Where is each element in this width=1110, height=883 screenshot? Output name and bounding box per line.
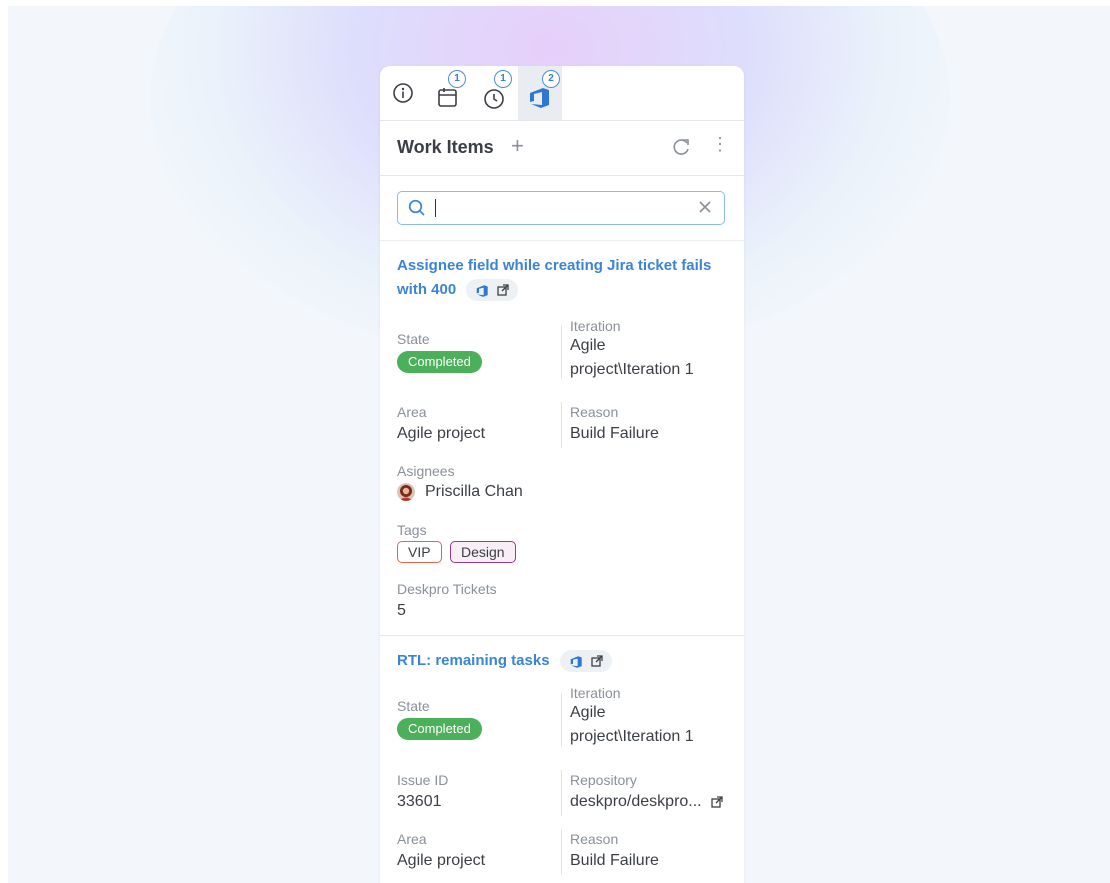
status-badge: Completed	[397, 351, 482, 373]
area-value: Agile project	[397, 425, 486, 442]
iteration-label: Iteration	[570, 318, 621, 334]
work-item-title[interactable]: Assignee field while creating Jira ticke…	[397, 254, 711, 302]
app-panel: 1 1 2 Work Items + ⋮ Assignee field whil…	[380, 66, 744, 883]
divider	[561, 770, 562, 816]
page-title: Work Items	[397, 137, 494, 157]
tab-calendar[interactable]: 1	[428, 66, 470, 120]
tab-clock[interactable]: 1	[474, 66, 516, 120]
iteration-value-line1: Agile	[570, 704, 606, 721]
info-icon	[393, 83, 413, 103]
refresh-icon	[673, 139, 689, 155]
assignees-label: Asignees	[397, 463, 455, 479]
divider	[561, 829, 562, 875]
state-label: State	[397, 698, 430, 714]
azure-devops-icon[interactable]	[569, 654, 584, 669]
reason-label: Reason	[570, 831, 619, 847]
iteration-value-line1: Agile	[570, 337, 606, 354]
tab-work-items-badge: 2	[542, 70, 560, 88]
calendar-icon	[438, 88, 457, 107]
divider	[561, 402, 562, 448]
tags-label: Tags	[397, 522, 427, 538]
repository-label: Repository	[570, 772, 637, 788]
work-item-title[interactable]: RTL: remaining tasks	[397, 649, 612, 673]
deskpro-tickets-value: 5	[397, 602, 406, 619]
tag-vip[interactable]: VIP	[397, 541, 442, 563]
repository-link[interactable]: deskpro/deskpro...	[570, 791, 702, 813]
search-section	[380, 176, 744, 241]
more-menu-button[interactable]: ⋮	[711, 135, 729, 153]
external-link-icon[interactable]	[591, 655, 603, 667]
external-link-icon[interactable]	[497, 284, 510, 296]
iteration-value-line2: project\Iteration 1	[570, 728, 694, 745]
divider	[561, 693, 562, 747]
work-item-card: RTL: remaining tasks State Completed Ite…	[380, 636, 744, 883]
add-work-item-button[interactable]: +	[511, 133, 524, 159]
item-links-chip	[466, 279, 519, 302]
area-label: Area	[397, 404, 427, 420]
iteration-label: Iteration	[570, 685, 621, 701]
issue-id-value: 33601	[397, 793, 442, 810]
search-icon	[408, 199, 425, 216]
azure-devops-icon[interactable]	[475, 283, 490, 298]
tab-clock-badge: 1	[494, 70, 512, 88]
reason-value: Build Failure	[570, 852, 659, 869]
state-label: State	[397, 331, 430, 347]
tab-bar: 1 1 2	[380, 66, 744, 121]
section-header: Work Items + ⋮	[380, 121, 744, 176]
reason-value: Build Failure	[570, 425, 659, 442]
area-value: Agile project	[397, 852, 486, 869]
tab-work-items[interactable]: 2	[518, 66, 562, 120]
tab-calendar-badge: 1	[448, 70, 466, 88]
deskpro-tickets-label: Deskpro Tickets	[397, 581, 497, 597]
avatar	[397, 483, 415, 501]
reason-label: Reason	[570, 404, 619, 420]
frame-edge-left	[0, 0, 8, 883]
frame-edge-top	[0, 0, 1110, 6]
work-item-card: Assignee field while creating Jira ticke…	[380, 241, 744, 636]
assignee-name: Priscilla Chan	[425, 483, 523, 500]
tag-design[interactable]: Design	[450, 541, 516, 563]
search-box[interactable]	[397, 191, 725, 225]
refresh-button[interactable]	[672, 137, 692, 162]
search-input[interactable]	[436, 197, 686, 219]
clock-icon	[484, 89, 504, 109]
divider	[561, 325, 562, 379]
iteration-value-line2: project\Iteration 1	[570, 361, 694, 378]
external-link-icon[interactable]	[711, 796, 723, 808]
area-label: Area	[397, 831, 427, 847]
status-badge: Completed	[397, 718, 482, 740]
issue-id-label: Issue ID	[397, 772, 449, 788]
item-links-chip	[559, 650, 612, 673]
clear-icon[interactable]	[696, 198, 714, 216]
tab-info[interactable]	[382, 66, 424, 120]
